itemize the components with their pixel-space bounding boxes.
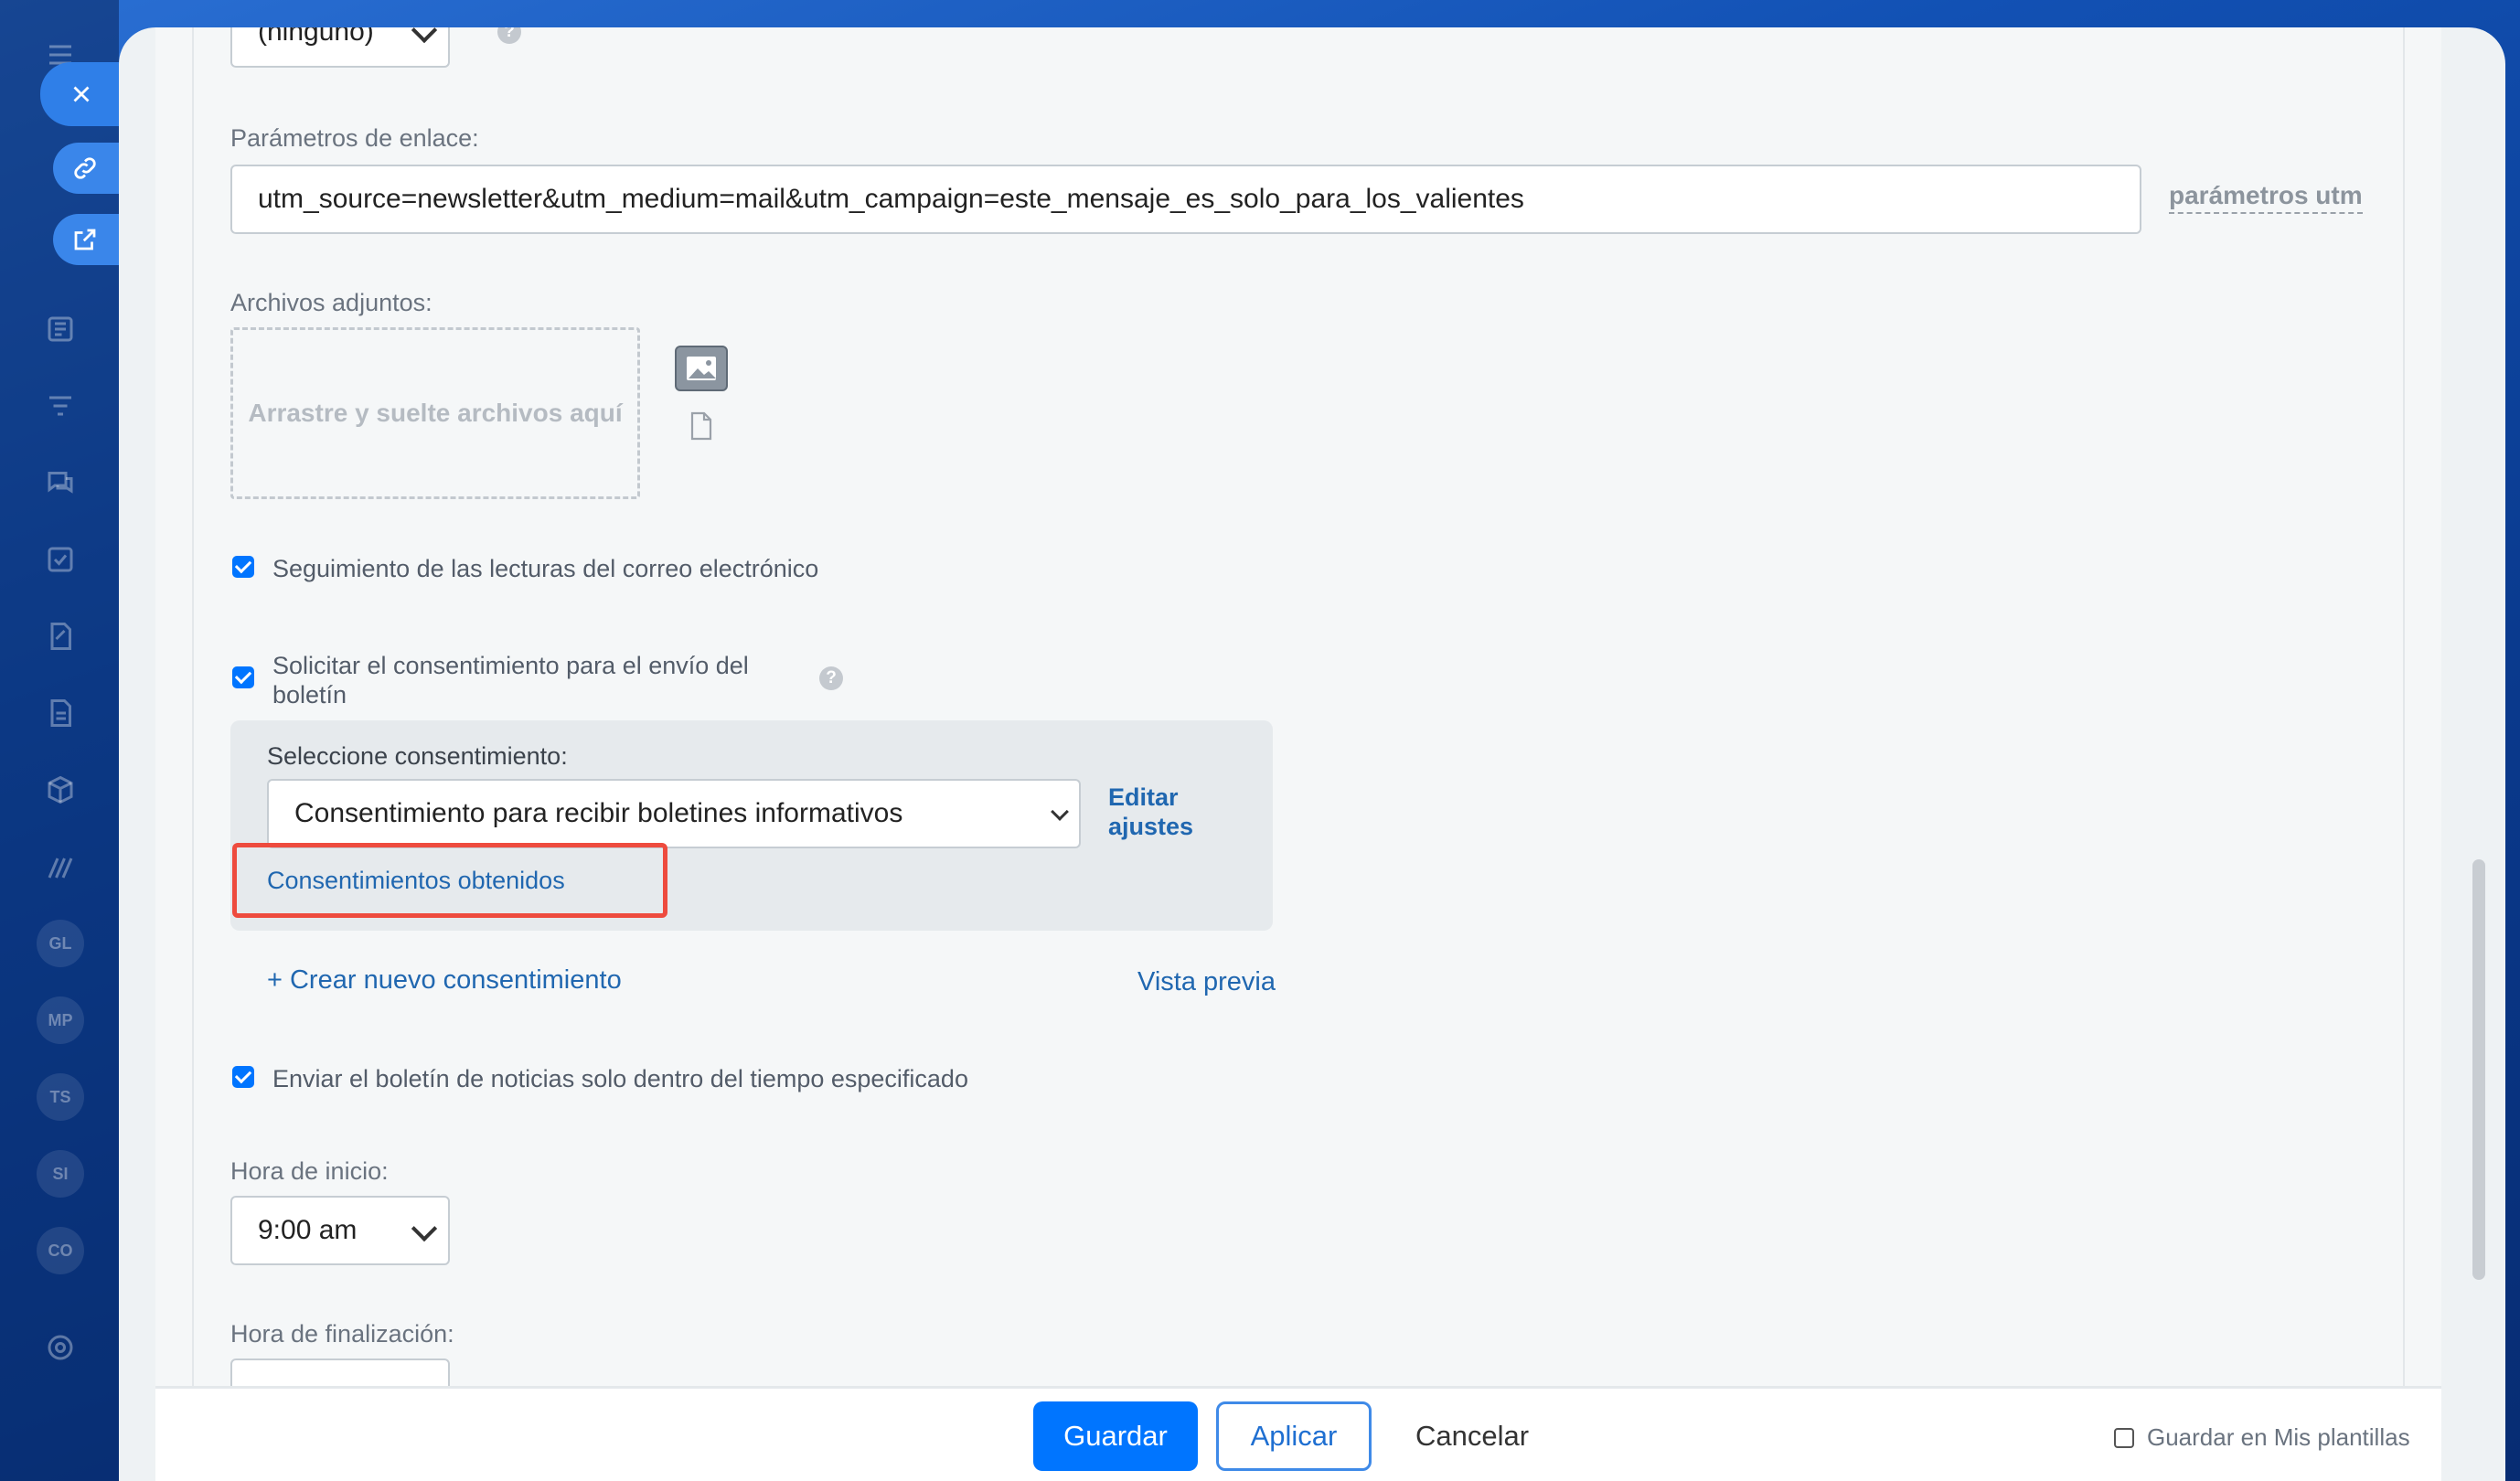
- avatar[interactable]: TS: [37, 1073, 84, 1121]
- document-icon[interactable]: [40, 693, 80, 733]
- chevron-down-icon: [411, 27, 438, 44]
- file-icon[interactable]: [689, 411, 713, 445]
- send-within-time-label: Enviar el boletín de noticias solo dentr…: [272, 1065, 968, 1092]
- apply-button[interactable]: Aplicar: [1216, 1401, 1372, 1471]
- track-reads-checkbox[interactable]: [232, 556, 254, 578]
- avatar[interactable]: CO: [37, 1227, 84, 1274]
- close-slider-button[interactable]: [40, 62, 123, 126]
- attachments-dropzone[interactable]: Arrastre y suelte archivos aquí: [230, 327, 640, 499]
- save-to-templates[interactable]: Guardar en Mis plantillas: [2114, 1423, 2410, 1452]
- link-icon: [74, 157, 96, 179]
- preview-link[interactable]: Vista previa: [1137, 967, 1276, 997]
- gear-icon[interactable]: [40, 1327, 80, 1368]
- cancel-button[interactable]: Cancelar: [1390, 1401, 1554, 1471]
- package-icon[interactable]: [40, 770, 80, 810]
- filter-icon[interactable]: [40, 386, 80, 426]
- top-select[interactable]: (ninguno): [230, 27, 450, 68]
- form-footer: Guardar Aplicar Cancelar Guardar en Mis …: [155, 1386, 2441, 1481]
- save-to-templates-checkbox[interactable]: [2114, 1427, 2134, 1448]
- copy-link-button[interactable]: [53, 143, 123, 194]
- start-time-label: Hora de inicio:: [230, 1157, 389, 1185]
- scrollbar[interactable]: [2472, 859, 2485, 1280]
- obtained-consents-link[interactable]: Consentimientos obtenidos: [267, 867, 565, 895]
- avatar[interactable]: MP: [37, 996, 84, 1044]
- edit-settings-link[interactable]: Editar ajustes: [1108, 783, 1218, 842]
- help-icon[interactable]: ?: [497, 27, 521, 44]
- insert-image-button[interactable]: [675, 346, 728, 391]
- link-params-input[interactable]: utm_source=newsletter&utm_medium=mail&ut…: [230, 165, 2141, 234]
- external-link-icon: [74, 229, 96, 250]
- save-to-templates-label: Guardar en Mis plantillas: [2147, 1423, 2410, 1451]
- settings-form: (ninguno) ? Parámetros de enlace: utm_so…: [155, 27, 2441, 1428]
- start-time-select[interactable]: 9:00 am: [230, 1196, 450, 1265]
- utm-params-link[interactable]: parámetros utm: [2169, 181, 2363, 214]
- track-reads-label: Seguimiento de las lecturas del correo e…: [272, 555, 819, 582]
- consent-select-label: Seleccione consentimiento:: [267, 742, 568, 770]
- edit-document-icon[interactable]: [40, 616, 80, 656]
- request-consent-checkbox[interactable]: [232, 666, 254, 688]
- chevron-down-icon: [411, 1215, 438, 1242]
- link-params-label: Parámetros de enlace:: [230, 124, 479, 152]
- settings-form-body: (ninguno) ? Parámetros de enlace: utm_so…: [192, 27, 2405, 1428]
- avatar[interactable]: SI: [37, 1150, 84, 1198]
- end-time-label: Hora de finalización:: [230, 1320, 454, 1348]
- help-icon[interactable]: ?: [819, 666, 843, 690]
- image-icon: [687, 357, 716, 380]
- save-button[interactable]: Guardar: [1033, 1401, 1198, 1471]
- start-time-value: 9:00 am: [258, 1215, 358, 1245]
- send-within-time-checkbox[interactable]: [232, 1066, 254, 1088]
- create-consent-link[interactable]: + Crear nuevo consentimiento: [267, 965, 622, 996]
- stripes-icon[interactable]: [40, 847, 80, 887]
- tasks-icon[interactable]: [40, 539, 80, 580]
- request-consent-label: Solicitar el consentimiento para el enví…: [272, 652, 749, 709]
- chat-icon[interactable]: [40, 463, 80, 503]
- attachments-label: Archivos adjuntos:: [230, 289, 432, 316]
- newsletter-settings-slider: (ninguno) ? Parámetros de enlace: utm_so…: [119, 27, 2505, 1481]
- open-in-new-window-button[interactable]: [53, 214, 123, 265]
- consent-select-value: Consentimiento para recibir boletines in…: [294, 798, 903, 828]
- chevron-down-icon: [1051, 803, 1069, 821]
- consent-select[interactable]: Consentimiento para recibir boletines in…: [267, 779, 1081, 848]
- close-icon: [73, 86, 90, 102]
- newspaper-icon[interactable]: [40, 309, 80, 349]
- top-select-value: (ninguno): [258, 27, 374, 47]
- avatar[interactable]: GL: [37, 920, 84, 967]
